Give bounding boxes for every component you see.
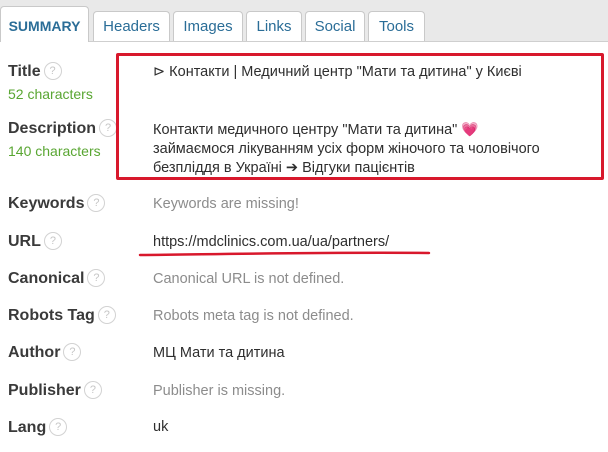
tab-bar-divider [0, 41, 608, 42]
canonical-label-text: Canonical [8, 270, 85, 288]
url-value[interactable]: https://mdclinics.com.ua/ua/partners/ [153, 234, 389, 250]
tab-images[interactable]: Images [173, 11, 243, 41]
tab-social[interactable]: Social [305, 11, 365, 41]
author-label-text: Author [8, 344, 61, 362]
robots-tag-label: Robots Tag? [8, 306, 116, 325]
url-label-text: URL [8, 233, 41, 251]
lang-value: uk [153, 419, 169, 435]
tab-links[interactable]: Links [246, 11, 302, 41]
description-label-text: Description [8, 120, 97, 138]
url-label: URL? [8, 232, 62, 251]
canonical-help-icon[interactable]: ? [87, 269, 106, 287]
title-char-count: 52 characters [8, 86, 93, 102]
title-description-highlight-box [116, 53, 604, 180]
url-help-icon[interactable]: ? [43, 232, 62, 250]
publisher-value: Publisher is missing. [153, 383, 286, 399]
tab-bar: SUMMARY Headers Images Links Social Tool… [0, 0, 608, 43]
tab-headers[interactable]: Headers [93, 11, 170, 41]
publisher-label: Publisher? [8, 381, 102, 400]
keywords-label: Keywords? [8, 194, 106, 213]
tab-summary[interactable]: SUMMARY [0, 6, 89, 43]
canonical-value: Canonical URL is not defined. [153, 271, 345, 287]
description-label: Description? [8, 119, 118, 138]
robots-tag-value: Robots meta tag is not defined. [153, 308, 354, 324]
robots-tag-help-icon[interactable]: ? [97, 306, 116, 324]
lang-label-text: Lang [8, 419, 47, 437]
description-char-count: 140 characters [8, 143, 101, 159]
tab-tools[interactable]: Tools [368, 11, 425, 41]
title-help-icon[interactable]: ? [43, 62, 62, 80]
title-label: Title? [8, 62, 62, 81]
description-help-icon[interactable]: ? [99, 119, 118, 137]
canonical-label: Canonical? [8, 269, 106, 288]
author-help-icon[interactable]: ? [63, 343, 82, 361]
keywords-help-icon[interactable]: ? [87, 194, 106, 212]
author-value: МЦ Мати та дитина [153, 345, 285, 361]
keywords-value: Keywords are missing! [153, 196, 299, 212]
publisher-label-text: Publisher [8, 382, 81, 400]
lang-label: Lang? [8, 418, 68, 437]
title-label-text: Title [8, 63, 41, 81]
robots-tag-label-text: Robots Tag [8, 307, 95, 325]
keywords-label-text: Keywords [8, 195, 85, 213]
lang-help-icon[interactable]: ? [49, 418, 68, 436]
author-label: Author? [8, 343, 82, 362]
publisher-help-icon[interactable]: ? [83, 381, 102, 399]
